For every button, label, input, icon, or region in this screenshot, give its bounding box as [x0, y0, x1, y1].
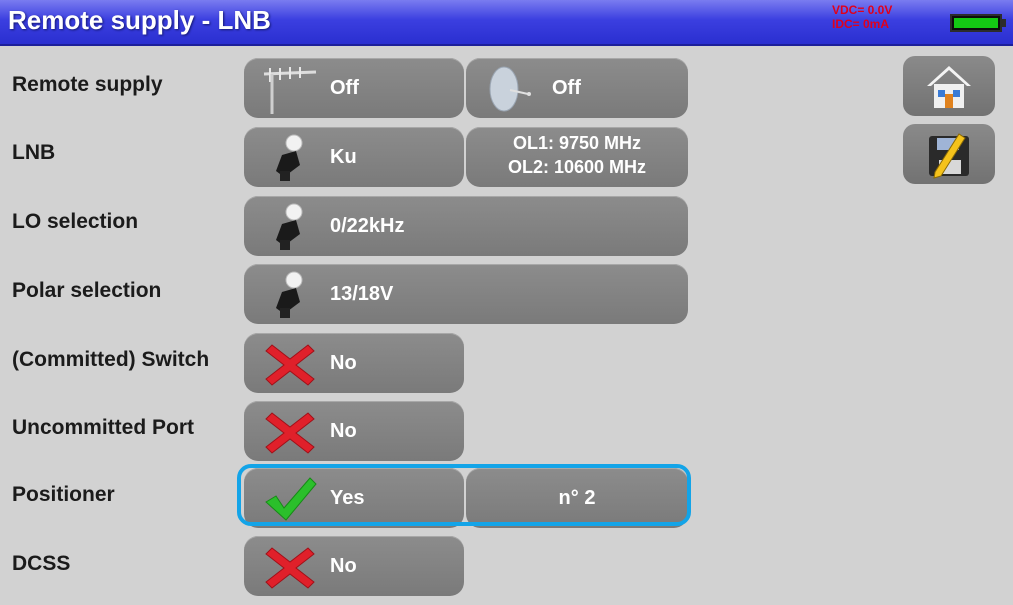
lnb-label: LNB — [12, 141, 56, 164]
lnb-icon — [260, 202, 320, 252]
ol1-value: OL1: 9750 MHz — [512, 133, 642, 153]
lnb-band-button[interactable]: Ku — [244, 127, 464, 187]
lnb-icon — [260, 270, 320, 320]
page-title: Remote supply - LNB — [8, 5, 271, 35]
home-icon — [927, 66, 971, 108]
vdc-readout: VDC= 0.0V — [832, 3, 893, 17]
remote-supply-label: Remote supply — [12, 73, 163, 96]
committed-switch-button[interactable]: No — [244, 333, 464, 393]
red-x-icon — [260, 542, 320, 592]
red-x-icon — [260, 339, 320, 389]
committed-switch-value: No — [330, 352, 357, 374]
power-status: VDC= 0.0V IDC= 0mA — [832, 3, 924, 31]
remote-supply-terrestrial-value: Off — [330, 77, 359, 99]
positioner-label: Positioner — [12, 483, 115, 506]
dcss-button[interactable]: No — [244, 536, 464, 596]
remote-supply-satellite-button[interactable]: Off — [466, 58, 688, 118]
lnb-band-value: Ku — [330, 146, 357, 168]
lnb-oscillator-button[interactable]: OL1: 9750 MHz OL2: 10600 MHz — [466, 127, 688, 187]
save-edit-button[interactable] — [903, 124, 995, 184]
lo-selection-label: LO selection — [12, 210, 139, 233]
lnb-icon — [260, 133, 320, 183]
idc-readout: IDC= 0mA — [832, 17, 890, 31]
uncommitted-port-label: Uncommitted Port — [12, 416, 195, 439]
polar-selection-label: Polar selection — [12, 279, 162, 302]
dish-icon — [482, 64, 542, 114]
committed-switch-label: (Committed) Switch — [12, 348, 210, 371]
uncommitted-port-button[interactable]: No — [244, 401, 464, 461]
red-x-icon — [260, 407, 320, 457]
dcss-label: DCSS — [12, 552, 71, 575]
ol2-value: OL2: 10600 MHz — [507, 157, 647, 177]
antenna-icon — [260, 64, 320, 114]
remote-supply-terrestrial-button[interactable]: Off — [244, 58, 464, 118]
polar-selection-value: 13/18V — [330, 283, 394, 305]
title-bar: Remote supply - LNB VDC= 0.0V IDC= 0mA — [0, 0, 1013, 46]
uncommitted-port-value: No — [330, 420, 357, 442]
remote-supply-satellite-value: Off — [552, 77, 581, 99]
save-edit-icon — [929, 133, 969, 179]
polar-selection-button[interactable]: 13/18V — [244, 264, 688, 324]
dcss-value: No — [330, 555, 357, 577]
home-button[interactable] — [903, 56, 995, 116]
lo-selection-button[interactable]: 0/22kHz — [244, 196, 688, 256]
lo-selection-value: 0/22kHz — [330, 215, 405, 237]
battery-icon — [950, 14, 1006, 32]
positioner-highlight — [237, 464, 691, 526]
